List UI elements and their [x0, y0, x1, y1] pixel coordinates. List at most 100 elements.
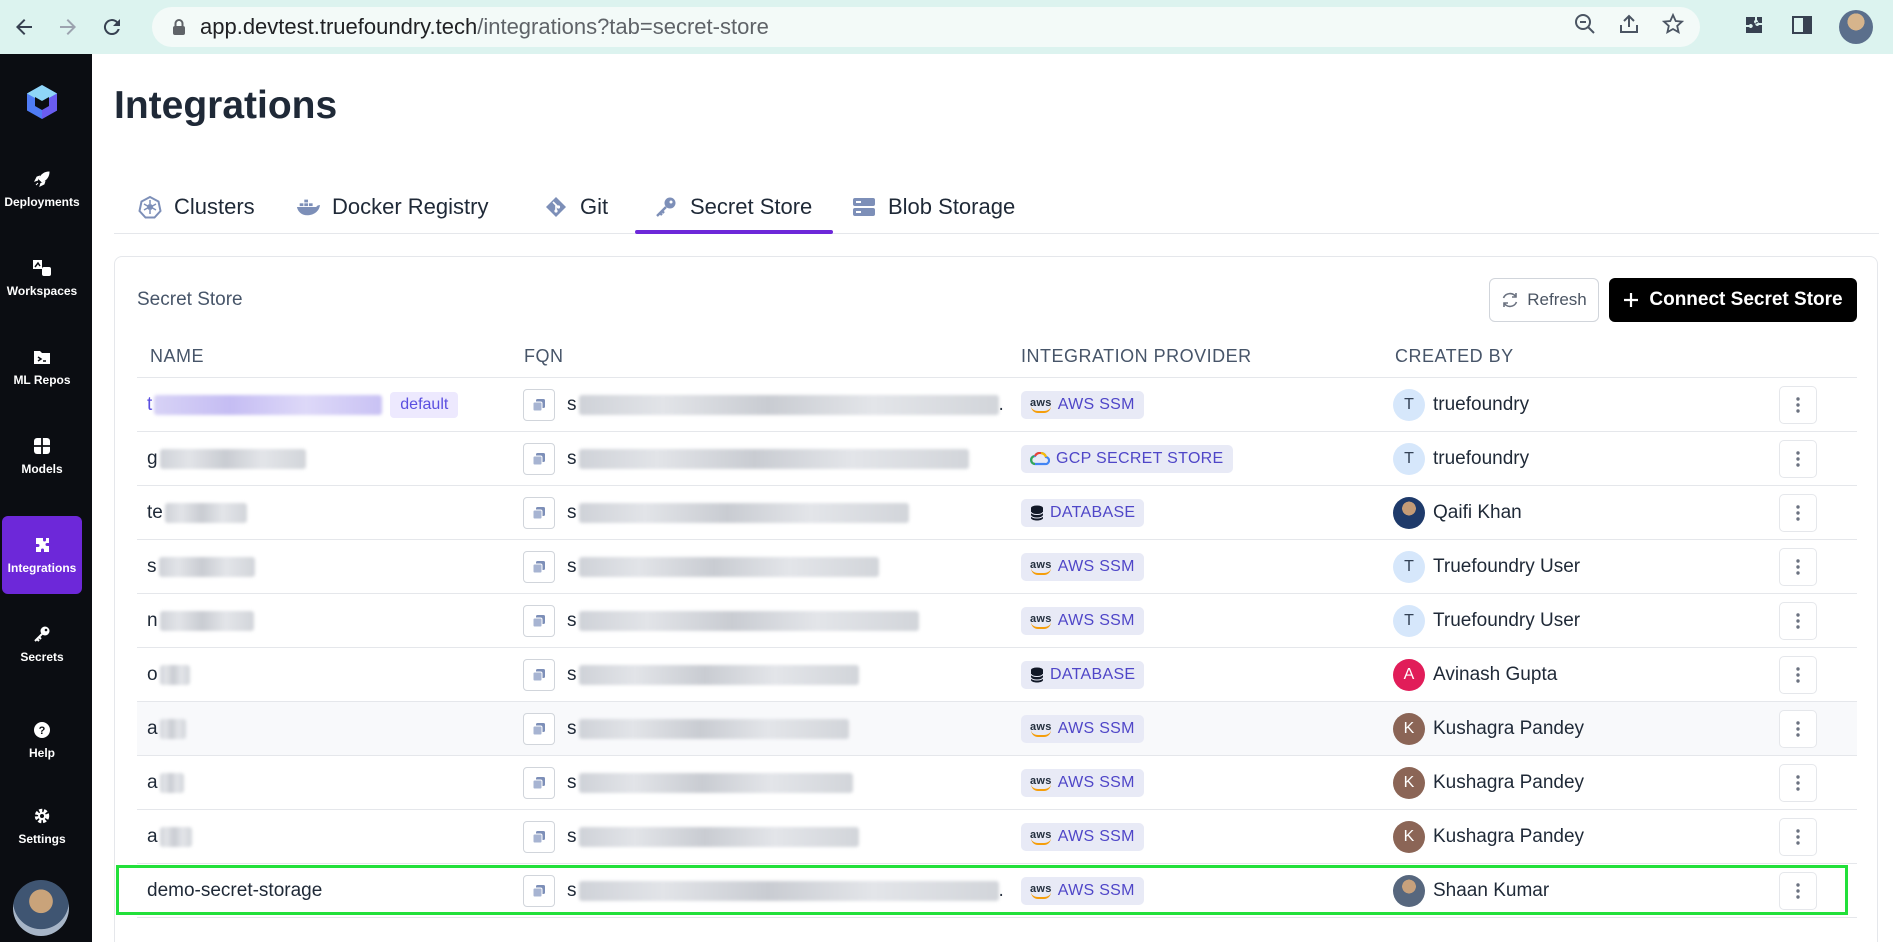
table-row[interactable]: te s DATABASE Qaifi Khan [137, 486, 1857, 540]
side-panel-icon[interactable] [1791, 14, 1813, 41]
table-row[interactable]: a s aws AWS SSM K Kushagra Pandey [137, 810, 1857, 864]
secret-store-name-link[interactable]: t [147, 394, 152, 416]
column-header-name: NAME [150, 346, 205, 366]
row-menu-button[interactable] [1779, 548, 1817, 586]
fqn-prefix: s [567, 610, 577, 631]
fqn-suffix: . [998, 880, 1004, 901]
tab-git[interactable]: Git [544, 180, 608, 234]
secret-store-name[interactable]: g [147, 448, 158, 470]
secret-store-name[interactable]: s [147, 556, 157, 578]
table-row[interactable]: g s GCP SECRET STORE Ttruefoundry [137, 432, 1857, 486]
database-icon [1030, 667, 1044, 683]
address-bar[interactable]: app.devtest.truefoundry.tech/integration… [152, 7, 1700, 47]
tab-blob-storage[interactable]: Blob Storage [852, 180, 1015, 234]
copy-fqn-button[interactable] [523, 389, 555, 421]
sidebar-item-secrets[interactable]: Secrets [2, 605, 82, 683]
docker-icon [296, 195, 320, 219]
table-row[interactable]: s s aws AWS SSM T Truefoundry User [137, 540, 1857, 594]
row-menu-button[interactable] [1779, 494, 1817, 532]
copy-fqn-button[interactable] [523, 659, 555, 691]
secret-store-name[interactable]: demo-secret-storage [147, 880, 322, 902]
sidebar-item-models[interactable]: Models [2, 417, 82, 495]
sidebar-item-settings[interactable]: Settings [2, 787, 82, 865]
tab-secret-store[interactable]: Secret Store [654, 180, 812, 234]
provider-badge: aws AWS SSM [1021, 823, 1144, 851]
aws-logo-icon: aws [1030, 559, 1052, 575]
sidebar-item-ml-repos[interactable]: ML Repos [2, 328, 82, 406]
tab-docker-registry[interactable]: Docker Registry [296, 180, 488, 234]
creator-name: Kushagra Pandey [1433, 772, 1585, 793]
git-icon [544, 195, 568, 219]
refresh-label: Refresh [1527, 290, 1587, 309]
creator-name: Kushagra Pandey [1433, 718, 1585, 739]
copy-fqn-button[interactable] [523, 713, 555, 745]
forward-arrow-icon[interactable] [48, 7, 88, 47]
copy-fqn-button[interactable] [523, 443, 555, 475]
table-row[interactable]: a s aws AWS SSM K Kushagra Pandey [137, 702, 1857, 756]
fqn-prefix: s [567, 502, 577, 523]
redacted-text [578, 449, 969, 469]
copy-fqn-button[interactable] [523, 767, 555, 799]
table-row[interactable]: demo-secret-storage s. aws AWS SSM Shaan … [137, 864, 1857, 918]
sidebar: Deployments Workspaces ML Repos Models I… [0, 54, 92, 942]
ml-repos-icon [32, 347, 52, 367]
row-menu-button[interactable] [1779, 764, 1817, 802]
redacted-text [578, 503, 909, 523]
share-icon[interactable] [1618, 13, 1640, 41]
refresh-icon [1501, 291, 1519, 309]
row-menu-button[interactable] [1779, 440, 1817, 478]
star-icon[interactable] [1661, 12, 1685, 41]
tab-clusters[interactable]: Clusters [138, 180, 255, 234]
column-header-provider: INTEGRATION PROVIDER [1021, 346, 1252, 366]
row-menu-button[interactable] [1779, 872, 1817, 910]
active-tab-indicator [635, 230, 833, 234]
integration-tabs: Clusters Docker Registry Git Secret Stor… [114, 180, 1879, 234]
sidebar-item-label: ML Repos [13, 373, 71, 387]
zoom-icon[interactable] [1574, 13, 1596, 41]
table-row[interactable]: t default s. aws AWS SSM Ttruefoundry [137, 378, 1857, 432]
copy-fqn-button[interactable] [523, 551, 555, 583]
tab-label: Secret Store [690, 194, 813, 219]
aws-logo-icon: aws [1030, 397, 1052, 413]
provider-badge: aws AWS SSM [1021, 769, 1144, 797]
table-row[interactable]: o s DATABASE A Avinash Gupta [137, 648, 1857, 702]
key-icon [32, 624, 52, 644]
extensions-puzzle-icon[interactable] [1743, 14, 1765, 41]
secret-store-name[interactable]: a [147, 826, 158, 848]
refresh-button[interactable]: Refresh [1489, 278, 1599, 322]
sidebar-item-label: Help [28, 746, 55, 760]
back-arrow-icon[interactable] [4, 7, 44, 47]
database-icon [1030, 505, 1044, 521]
reload-icon[interactable] [92, 7, 132, 47]
secret-store-name[interactable]: a [147, 718, 158, 740]
row-menu-button[interactable] [1779, 602, 1817, 640]
row-menu-button[interactable] [1779, 386, 1817, 424]
secret-store-name[interactable]: n [147, 610, 158, 632]
secret-store-name[interactable]: a [147, 772, 158, 794]
row-menu-button[interactable] [1779, 710, 1817, 748]
provider-badge: aws AWS SSM [1021, 553, 1144, 581]
aws-logo-icon: aws [1030, 883, 1052, 899]
table-row[interactable]: a s aws AWS SSM K Kushagra Pandey [137, 756, 1857, 810]
copy-fqn-button[interactable] [523, 497, 555, 529]
table-row[interactable]: n s aws AWS SSM T Truefoundry User [137, 594, 1857, 648]
user-avatar[interactable] [13, 880, 69, 936]
row-menu-button[interactable] [1779, 818, 1817, 856]
secret-store-name[interactable]: o [147, 664, 158, 686]
redacted-text [164, 503, 247, 523]
sidebar-item-deployments[interactable]: Deployments [2, 150, 82, 228]
sidebar-item-label: Secrets [20, 650, 64, 664]
sidebar-item-label: Workspaces [6, 284, 78, 298]
sidebar-item-workspaces[interactable]: Workspaces [2, 239, 82, 317]
truefoundry-logo-icon[interactable] [22, 82, 62, 122]
row-menu-button[interactable] [1779, 656, 1817, 694]
copy-fqn-button[interactable] [523, 605, 555, 637]
copy-fqn-button[interactable] [523, 875, 555, 907]
secret-store-name[interactable]: te [147, 502, 163, 524]
browser-profile-avatar[interactable] [1839, 10, 1873, 44]
sidebar-item-integrations[interactable]: Integrations [2, 516, 82, 594]
copy-fqn-button[interactable] [523, 821, 555, 853]
card-title: Secret Store [137, 289, 243, 310]
connect-secret-store-button[interactable]: Connect Secret Store [1609, 278, 1857, 322]
sidebar-item-help[interactable]: ? Help [2, 701, 82, 779]
